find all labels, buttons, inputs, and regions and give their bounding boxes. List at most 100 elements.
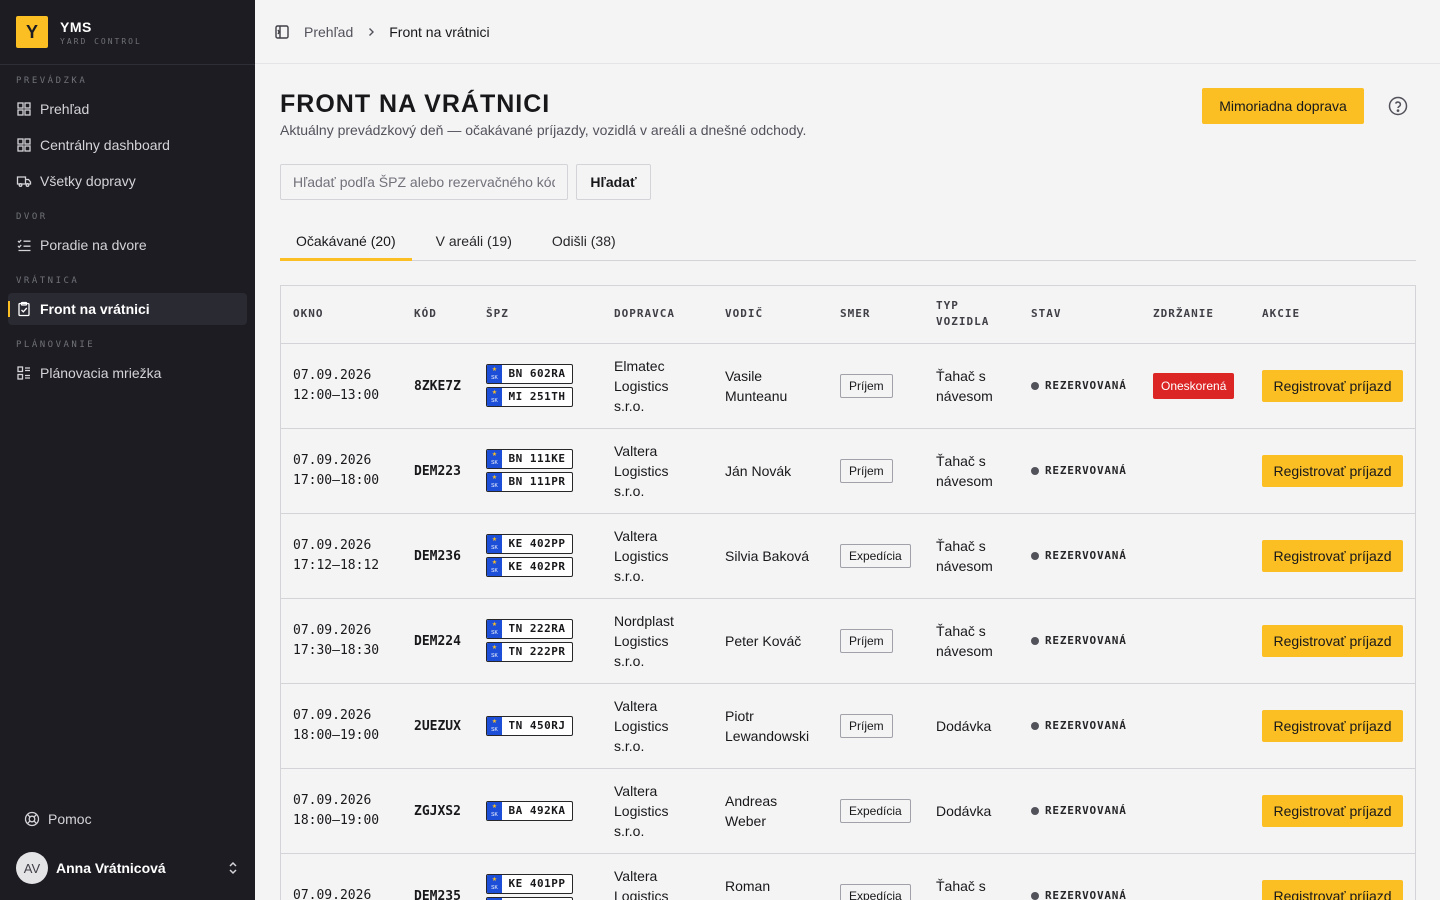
direction-badge: Príjem <box>840 458 893 483</box>
plate-number: KE 402PR <box>508 560 566 573</box>
window-date: 07.09.2026 <box>293 452 372 468</box>
user-name: Anna Vrátnicová <box>56 860 166 876</box>
status-dot-icon <box>1031 466 1039 475</box>
plate-country: SK <box>491 630 498 636</box>
direction-badge: Expedícia <box>840 883 911 900</box>
driver-name: Peter Kováč <box>725 632 802 649</box>
register-arrival-button[interactable]: Registrovať príjazd <box>1262 709 1403 742</box>
eu-flag-icon: ★SK <box>487 388 502 406</box>
register-arrival-button[interactable]: Registrovať príjazd <box>1262 454 1403 487</box>
sidebar-item-preh-ad[interactable]: Prehľad <box>8 93 247 125</box>
tab-0[interactable]: Očakávané (20) <box>280 224 412 261</box>
status-label: REZERVOVANÁ <box>1045 718 1127 732</box>
sidebar-toggle-icon[interactable] <box>275 24 289 39</box>
status-dot-icon <box>1031 891 1039 900</box>
license-plate: ★ SK TN 222PR <box>486 642 573 662</box>
tab-2[interactable]: Odišli (38) <box>536 224 632 261</box>
driver-name: Roman Adamec <box>725 877 776 900</box>
plate-country: SK <box>491 545 498 551</box>
reservation-code: DEM224 <box>414 633 461 649</box>
table-row: 07.09.2026 18:00–19:00 ZGJXS2 ★ SK BA 492KA Va… <box>281 768 1415 854</box>
register-arrival-button[interactable]: Registrovať príjazd <box>1262 794 1403 827</box>
window-date: 07.09.2026 <box>293 367 372 383</box>
nav-section-title: VRÁTNICA <box>16 276 80 286</box>
license-plate: ★ SK KE 401PP <box>486 874 573 894</box>
search-button[interactable]: Hľadať <box>576 164 651 200</box>
column-header: TYP VOZIDLA <box>924 286 1019 344</box>
help-link[interactable]: Pomoc <box>16 804 92 834</box>
breadcrumb: Prehľad Front na vrátnici <box>304 24 490 40</box>
user-menu[interactable]: AV Anna Vrátnicová <box>16 852 240 884</box>
plate-number: BN 111PR <box>508 475 566 488</box>
register-arrival-button[interactable]: Registrovať príjazd <box>1262 624 1403 657</box>
register-arrival-button[interactable]: Registrovať príjazd <box>1262 879 1403 900</box>
window-date: 07.09.2026 <box>293 707 372 723</box>
search-input[interactable] <box>280 164 568 200</box>
vehicle-type: Ťahač s návesom <box>936 877 993 900</box>
page-subtitle: Aktuálny prevádzkový deň — očakávané prí… <box>280 122 807 138</box>
sidebar-nav: PREVÁDZKA Prehľad Centrálny dashboard Všetk… <box>0 73 255 389</box>
breadcrumb-parent[interactable]: Prehľad <box>304 24 353 40</box>
breadcrumb-current: Front na vrátnici <box>389 23 490 40</box>
truck-icon <box>16 176 32 187</box>
eu-flag-icon: ★SK <box>487 450 502 468</box>
sidebar-item-label: Front na vrátnici <box>40 301 150 317</box>
table-row: 07.09.2026 18:00–19:00 2UEZUX ★ SK TN 450RJ Va… <box>281 683 1415 769</box>
plate-number: KE 401PP <box>508 877 566 890</box>
help-circle-icon[interactable] <box>1388 96 1408 116</box>
window-time: 18:00–19:00 <box>293 727 380 743</box>
direction-badge: Príjem <box>840 713 893 738</box>
sidebar-item-front-na-vr-tnici[interactable]: Front na vrátnici <box>8 293 247 325</box>
plate-number: BN 602RA <box>508 367 566 380</box>
sidebar-item-v-etky-dopravy[interactable]: Všetky dopravy <box>8 165 247 197</box>
vehicle-type: Dodávka <box>936 802 992 819</box>
sidebar-item-pl-novacia-mrie-ka[interactable]: Plánovacia mriežka <box>8 357 247 389</box>
eu-flag-icon: ★SK <box>487 875 502 893</box>
status-label: REZERVOVANÁ <box>1045 888 1127 900</box>
license-plate: ★ SK KE 402PP <box>486 534 573 554</box>
chevrons-up-down-icon <box>229 861 237 875</box>
license-plate: ★ SK KE 402PR <box>486 557 573 577</box>
status-dot-icon <box>1031 806 1039 815</box>
license-plate: ★ SK BN 111KE <box>486 449 573 469</box>
vehicle-type: Ťahač s návesom <box>936 452 993 489</box>
vehicle-type: Ťahač s návesom <box>936 367 993 404</box>
column-header: VODIČ <box>713 286 828 344</box>
sidebar-item-label: Poradie na dvore <box>40 237 147 253</box>
license-plate: ★ SK BA 492KA <box>486 800 573 821</box>
column-header: STAV <box>1019 286 1141 344</box>
driver-name: Andreas Weber <box>725 792 778 829</box>
plate-number: TN 450RJ <box>508 718 566 732</box>
tab-1[interactable]: V areáli (19) <box>420 224 528 261</box>
sidebar-item-poradie-na-dvore[interactable]: Poradie na dvore <box>8 229 247 261</box>
window-time: 18:00–19:00 <box>293 812 380 828</box>
register-arrival-button[interactable]: Registrovať príjazd <box>1262 369 1403 402</box>
window-date: 07.09.2026 <box>293 887 372 900</box>
status-badge: REZERVOVANÁ <box>1031 546 1129 566</box>
status-dot-icon <box>1031 636 1039 645</box>
status-dot-icon <box>1031 721 1039 730</box>
column-header: SMER <box>828 286 924 344</box>
plate-number: KE 402PP <box>508 537 566 550</box>
plate-number: TN 222PR <box>508 645 566 658</box>
reservation-code: ZGJXS2 <box>414 803 461 819</box>
sidebar-item-centr-lny-dashboard[interactable]: Centrálny dashboard <box>8 129 247 161</box>
delay-badge: Oneskorená <box>1153 372 1235 399</box>
reservation-code: 2UEZUX <box>414 718 461 734</box>
arrivals-table: OKNO KÓD ŠPZ DOPRAVCA VODIČ SMER TYP VOZIDLA ST… <box>280 285 1416 900</box>
vehicle-type: Dodávka <box>936 717 992 734</box>
brand-name: YMS <box>60 18 92 35</box>
register-arrival-button[interactable]: Registrovať príjazd <box>1262 539 1403 572</box>
page-title: FRONT NA VRÁTNICI <box>280 90 551 118</box>
plate-country: SK <box>491 885 498 891</box>
sidebar-item-label: Centrálny dashboard <box>40 137 170 153</box>
plate-country: SK <box>491 375 498 381</box>
clipboard-check-icon <box>18 301 30 317</box>
chevron-right-icon <box>369 27 375 36</box>
direction-badge: Príjem <box>840 373 893 398</box>
special-transport-button[interactable]: Mimoriadna doprava <box>1202 88 1364 124</box>
plate-number: BA 492KA <box>508 803 566 817</box>
eu-flag-icon: ★SK <box>487 716 502 735</box>
list-checks-icon <box>17 239 31 252</box>
plate-country: SK <box>491 811 498 818</box>
